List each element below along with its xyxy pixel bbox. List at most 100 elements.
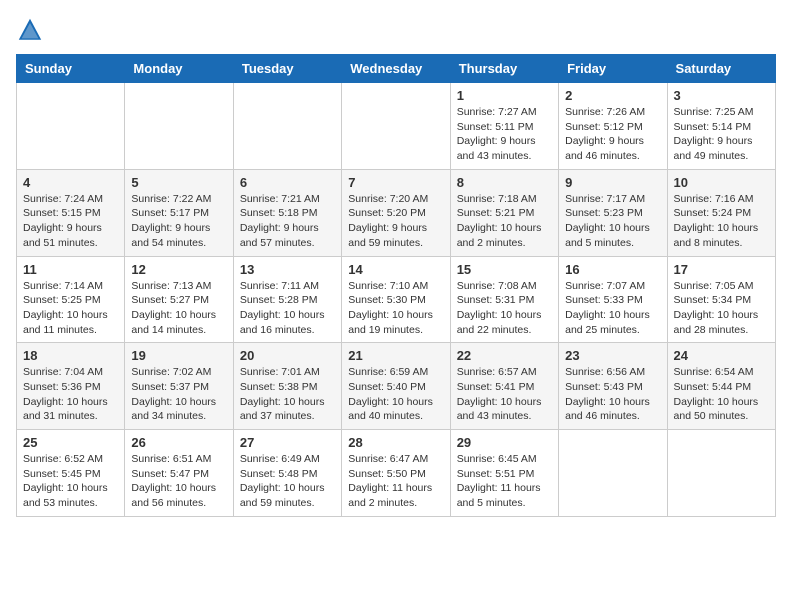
calendar-cell: 24 Sunrise: 6:54 AMSunset: 5:44 PMDayligh… (667, 343, 775, 430)
calendar-cell: 7 Sunrise: 7:20 AMSunset: 5:20 PMDaylight… (342, 169, 450, 256)
day-info: Sunrise: 7:02 AMSunset: 5:37 PMDaylight:… (131, 365, 226, 424)
calendar-cell: 6 Sunrise: 7:21 AMSunset: 5:18 PMDaylight… (233, 169, 341, 256)
column-header-saturday: Saturday (667, 55, 775, 83)
day-number: 1 (457, 88, 552, 103)
calendar-cell (233, 83, 341, 170)
calendar-cell: 15 Sunrise: 7:08 AMSunset: 5:31 PMDayligh… (450, 256, 558, 343)
day-number: 17 (674, 262, 769, 277)
day-info: Sunrise: 6:45 AMSunset: 5:51 PMDaylight:… (457, 452, 552, 511)
calendar-cell: 28 Sunrise: 6:47 AMSunset: 5:50 PMDayligh… (342, 430, 450, 517)
day-info: Sunrise: 6:57 AMSunset: 5:41 PMDaylight:… (457, 365, 552, 424)
day-number: 5 (131, 175, 226, 190)
day-info: Sunrise: 7:14 AMSunset: 5:25 PMDaylight:… (23, 279, 118, 338)
calendar-cell: 27 Sunrise: 6:49 AMSunset: 5:48 PMDayligh… (233, 430, 341, 517)
calendar-cell: 23Sunrise: 6:56 AMSunset: 5:43 PMDayligh… (559, 343, 667, 430)
day-info: Sunrise: 7:20 AMSunset: 5:20 PMDaylight:… (348, 192, 443, 251)
day-info: Sunrise: 6:51 AMSunset: 5:47 PMDaylight:… (131, 452, 226, 511)
day-number: 7 (348, 175, 443, 190)
day-info: Sunrise: 6:56 AMSunset: 5:43 PMDaylight:… (565, 365, 660, 424)
day-info: Sunrise: 7:16 AMSunset: 5:24 PMDaylight:… (674, 192, 769, 251)
column-header-thursday: Thursday (450, 55, 558, 83)
day-info: Sunrise: 6:49 AMSunset: 5:48 PMDaylight:… (240, 452, 335, 511)
page-header (16, 16, 776, 44)
calendar-header-row: SundayMondayTuesdayWednesdayThursdayFrid… (17, 55, 776, 83)
day-number: 28 (348, 435, 443, 450)
calendar-week-row: 18 Sunrise: 7:04 AMSunset: 5:36 PMDayligh… (17, 343, 776, 430)
day-number: 18 (23, 348, 118, 363)
calendar-week-row: 1 Sunrise: 7:27 AMSunset: 5:11 PMDaylight… (17, 83, 776, 170)
day-info: Sunrise: 6:54 AMSunset: 5:44 PMDaylight:… (674, 365, 769, 424)
day-info: Sunrise: 6:59 AMSunset: 5:40 PMDaylight:… (348, 365, 443, 424)
calendar-cell: 2 Sunrise: 7:26 AMSunset: 5:12 PMDaylight… (559, 83, 667, 170)
calendar-week-row: 11 Sunrise: 7:14 AMSunset: 5:25 PMDayligh… (17, 256, 776, 343)
calendar-cell: 3Sunrise: 7:25 AMSunset: 5:14 PMDaylight… (667, 83, 775, 170)
calendar-cell: 9Sunrise: 7:17 AMSunset: 5:23 PMDaylight… (559, 169, 667, 256)
day-number: 21 (348, 348, 443, 363)
calendar-cell: 18 Sunrise: 7:04 AMSunset: 5:36 PMDayligh… (17, 343, 125, 430)
calendar-cell: 10 Sunrise: 7:16 AMSunset: 5:24 PMDayligh… (667, 169, 775, 256)
day-number: 22 (457, 348, 552, 363)
day-number: 3 (674, 88, 769, 103)
calendar-cell: 13 Sunrise: 7:11 AMSunset: 5:28 PMDayligh… (233, 256, 341, 343)
calendar-cell: 14 Sunrise: 7:10 AMSunset: 5:30 PMDayligh… (342, 256, 450, 343)
day-number: 24 (674, 348, 769, 363)
calendar-cell: 20 Sunrise: 7:01 AMSunset: 5:38 PMDayligh… (233, 343, 341, 430)
day-info: Sunrise: 6:47 AMSunset: 5:50 PMDaylight:… (348, 452, 443, 511)
day-number: 8 (457, 175, 552, 190)
day-number: 16 (565, 262, 660, 277)
calendar-cell: 29 Sunrise: 6:45 AMSunset: 5:51 PMDayligh… (450, 430, 558, 517)
calendar-cell (125, 83, 233, 170)
day-info: Sunrise: 7:17 AMSunset: 5:23 PMDaylight:… (565, 192, 660, 251)
day-info: Sunrise: 7:07 AMSunset: 5:33 PMDaylight:… (565, 279, 660, 338)
day-number: 6 (240, 175, 335, 190)
day-info: Sunrise: 7:10 AMSunset: 5:30 PMDaylight:… (348, 279, 443, 338)
calendar-cell: 26 Sunrise: 6:51 AMSunset: 5:47 PMDayligh… (125, 430, 233, 517)
day-number: 26 (131, 435, 226, 450)
calendar-cell (17, 83, 125, 170)
day-number: 10 (674, 175, 769, 190)
day-number: 20 (240, 348, 335, 363)
calendar-cell: 11 Sunrise: 7:14 AMSunset: 5:25 PMDayligh… (17, 256, 125, 343)
calendar-cell: 25Sunrise: 6:52 AMSunset: 5:45 PMDayligh… (17, 430, 125, 517)
calendar-cell (667, 430, 775, 517)
day-number: 2 (565, 88, 660, 103)
day-info: Sunrise: 7:08 AMSunset: 5:31 PMDaylight:… (457, 279, 552, 338)
logo-icon (16, 16, 44, 44)
calendar-cell: 17Sunrise: 7:05 AMSunset: 5:34 PMDayligh… (667, 256, 775, 343)
day-info: Sunrise: 7:04 AMSunset: 5:36 PMDaylight:… (23, 365, 118, 424)
day-number: 12 (131, 262, 226, 277)
day-number: 13 (240, 262, 335, 277)
column-header-tuesday: Tuesday (233, 55, 341, 83)
calendar-cell: 8 Sunrise: 7:18 AMSunset: 5:21 PMDaylight… (450, 169, 558, 256)
day-info: Sunrise: 7:11 AMSunset: 5:28 PMDaylight:… (240, 279, 335, 338)
day-info: Sunrise: 7:27 AMSunset: 5:11 PMDaylight:… (457, 105, 552, 164)
calendar-week-row: 25Sunrise: 6:52 AMSunset: 5:45 PMDayligh… (17, 430, 776, 517)
calendar-cell: 5Sunrise: 7:22 AMSunset: 5:17 PMDaylight… (125, 169, 233, 256)
calendar-cell: 21 Sunrise: 6:59 AMSunset: 5:40 PMDayligh… (342, 343, 450, 430)
day-number: 4 (23, 175, 118, 190)
day-info: Sunrise: 7:26 AMSunset: 5:12 PMDaylight:… (565, 105, 660, 164)
day-number: 15 (457, 262, 552, 277)
day-number: 25 (23, 435, 118, 450)
calendar-cell: 12Sunrise: 7:13 AMSunset: 5:27 PMDayligh… (125, 256, 233, 343)
calendar-cell: 16 Sunrise: 7:07 AMSunset: 5:33 PMDayligh… (559, 256, 667, 343)
day-info: Sunrise: 7:24 AMSunset: 5:15 PMDaylight:… (23, 192, 118, 251)
day-number: 14 (348, 262, 443, 277)
calendar-cell: 22 Sunrise: 6:57 AMSunset: 5:41 PMDayligh… (450, 343, 558, 430)
day-number: 19 (131, 348, 226, 363)
calendar-table: SundayMondayTuesdayWednesdayThursdayFrid… (16, 54, 776, 517)
column-header-friday: Friday (559, 55, 667, 83)
logo (16, 16, 48, 44)
day-info: Sunrise: 7:21 AMSunset: 5:18 PMDaylight:… (240, 192, 335, 251)
column-header-monday: Monday (125, 55, 233, 83)
calendar-cell (342, 83, 450, 170)
calendar-cell: 4 Sunrise: 7:24 AMSunset: 5:15 PMDaylight… (17, 169, 125, 256)
day-number: 29 (457, 435, 552, 450)
calendar-week-row: 4 Sunrise: 7:24 AMSunset: 5:15 PMDaylight… (17, 169, 776, 256)
calendar-cell (559, 430, 667, 517)
day-info: Sunrise: 7:01 AMSunset: 5:38 PMDaylight:… (240, 365, 335, 424)
day-number: 27 (240, 435, 335, 450)
day-number: 11 (23, 262, 118, 277)
day-info: Sunrise: 7:18 AMSunset: 5:21 PMDaylight:… (457, 192, 552, 251)
calendar-cell: 19 Sunrise: 7:02 AMSunset: 5:37 PMDayligh… (125, 343, 233, 430)
